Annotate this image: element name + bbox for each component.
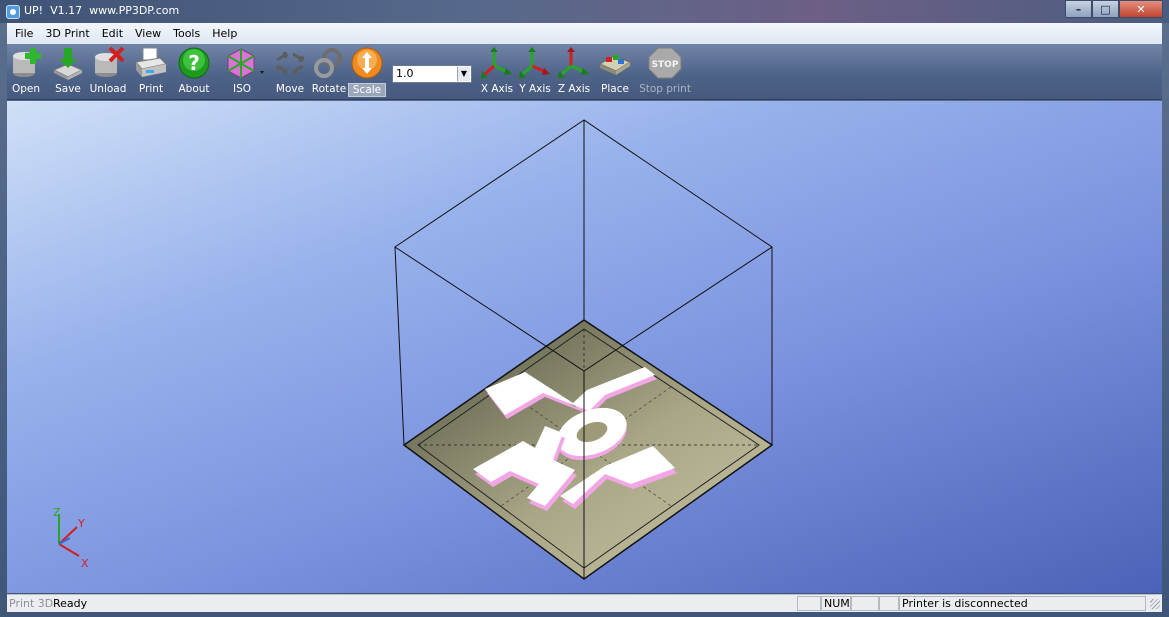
resize-grip-icon[interactable] — [1150, 599, 1160, 609]
iso-label: ISO — [232, 83, 252, 95]
save-icon — [51, 46, 85, 80]
toolbar: Open Save Unload Print ? About ISO Move … — [7, 44, 1162, 100]
move-button[interactable]: Move — [272, 46, 308, 98]
close-icon: ✕ — [1136, 2, 1146, 16]
rotate-icon — [312, 46, 346, 80]
title-bar: UP! V1.17 www.PP3DP.com – □ ✕ — [0, 0, 1169, 23]
status-cell-caps — [797, 596, 821, 611]
close-button[interactable]: ✕ — [1119, 0, 1163, 18]
about-button[interactable]: ? About — [175, 46, 213, 98]
move-label: Move — [275, 83, 305, 95]
y-axis-icon — [518, 46, 552, 80]
status-message: Ready — [53, 597, 88, 610]
scale-factor-value: 1.0 — [396, 67, 414, 80]
stop-badge-text: STOP — [652, 60, 679, 70]
x-axis-icon — [480, 46, 514, 80]
dropdown-arrow-icon[interactable]: ▼ — [457, 67, 470, 81]
minimize-button[interactable]: – — [1065, 0, 1092, 18]
menu-file[interactable]: File — [9, 24, 39, 44]
place-button[interactable]: Place — [597, 46, 633, 98]
status-num: NUM — [821, 596, 851, 611]
scale-label: Scale — [347, 83, 387, 97]
open-icon — [9, 46, 43, 80]
y-axis-button[interactable]: Y Axis — [517, 46, 553, 98]
maximize-icon: □ — [1100, 2, 1111, 16]
z-axis-button[interactable]: Z Axis — [556, 46, 592, 98]
scene-canvas[interactable]: Z Y X — [7, 101, 1162, 593]
status-printer-connection: Printer is disconnected — [899, 596, 1146, 611]
menu-help[interactable]: Help — [206, 24, 243, 44]
printer-icon — [134, 46, 168, 80]
menu-edit[interactable]: Edit — [96, 24, 129, 44]
rotate-label: Rotate — [311, 83, 347, 95]
status-panel-name: Print 3D — [9, 597, 54, 610]
axis-label-z: Z — [53, 506, 61, 519]
3d-viewport[interactable]: Z Y X — [7, 101, 1162, 593]
help-icon: ? — [177, 46, 211, 80]
status-cell-blank — [879, 596, 899, 611]
print-button[interactable]: Print — [133, 46, 169, 98]
move-icon — [273, 46, 307, 80]
x-axis-label: X Axis — [480, 83, 514, 95]
scale-factor-select[interactable]: 1.0 ▼ — [392, 65, 472, 83]
scale-button[interactable]: Scale — [347, 46, 387, 98]
stop-print-button[interactable]: STOP Stop print — [639, 46, 691, 98]
status-bar: Print 3D Ready NUM Printer is disconnect… — [7, 594, 1162, 612]
iso-cube-icon — [225, 46, 264, 80]
open-button[interactable]: Open — [8, 46, 44, 98]
print-label: Print — [138, 83, 164, 95]
open-label: Open — [11, 83, 41, 95]
unload-button[interactable]: Unload — [90, 46, 126, 98]
menu-bar: File 3D Print Edit View Tools Help — [7, 23, 1162, 44]
axis-label-y: Y — [77, 517, 85, 530]
window-title: UP! V1.17 www.PP3DP.com — [24, 4, 180, 17]
rotate-button[interactable]: Rotate — [311, 46, 347, 98]
menu-3d-print[interactable]: 3D Print — [39, 24, 95, 44]
app-icon — [6, 5, 20, 19]
save-label: Save — [55, 83, 81, 95]
status-cell-scroll — [851, 596, 879, 611]
app-window: UP! V1.17 www.PP3DP.com – □ ✕ File 3D Pr… — [0, 0, 1169, 617]
save-button[interactable]: Save — [50, 46, 86, 98]
axis-triad: Z Y X — [53, 506, 89, 570]
z-axis-icon — [557, 46, 591, 80]
menu-view[interactable]: View — [129, 24, 167, 44]
unload-icon — [91, 46, 125, 80]
window-controls: – □ ✕ — [1065, 0, 1163, 18]
about-label: About — [178, 83, 210, 95]
scale-icon — [350, 46, 384, 80]
place-icon — [598, 46, 632, 80]
y-axis-label: Y Axis — [519, 83, 551, 95]
iso-view-button[interactable]: ISO — [222, 46, 264, 98]
stop-print-label: Stop print — [639, 83, 691, 95]
unload-label: Unload — [89, 83, 127, 95]
z-axis-label: Z Axis — [557, 83, 591, 95]
place-label: Place — [601, 83, 629, 95]
stop-icon: STOP — [648, 46, 682, 80]
svg-text:?: ? — [188, 51, 200, 75]
maximize-button[interactable]: □ — [1092, 0, 1119, 18]
x-axis-button[interactable]: X Axis — [479, 46, 515, 98]
axis-label-x: X — [81, 557, 89, 570]
minimize-icon: – — [1075, 2, 1082, 16]
menu-tools[interactable]: Tools — [167, 24, 206, 44]
